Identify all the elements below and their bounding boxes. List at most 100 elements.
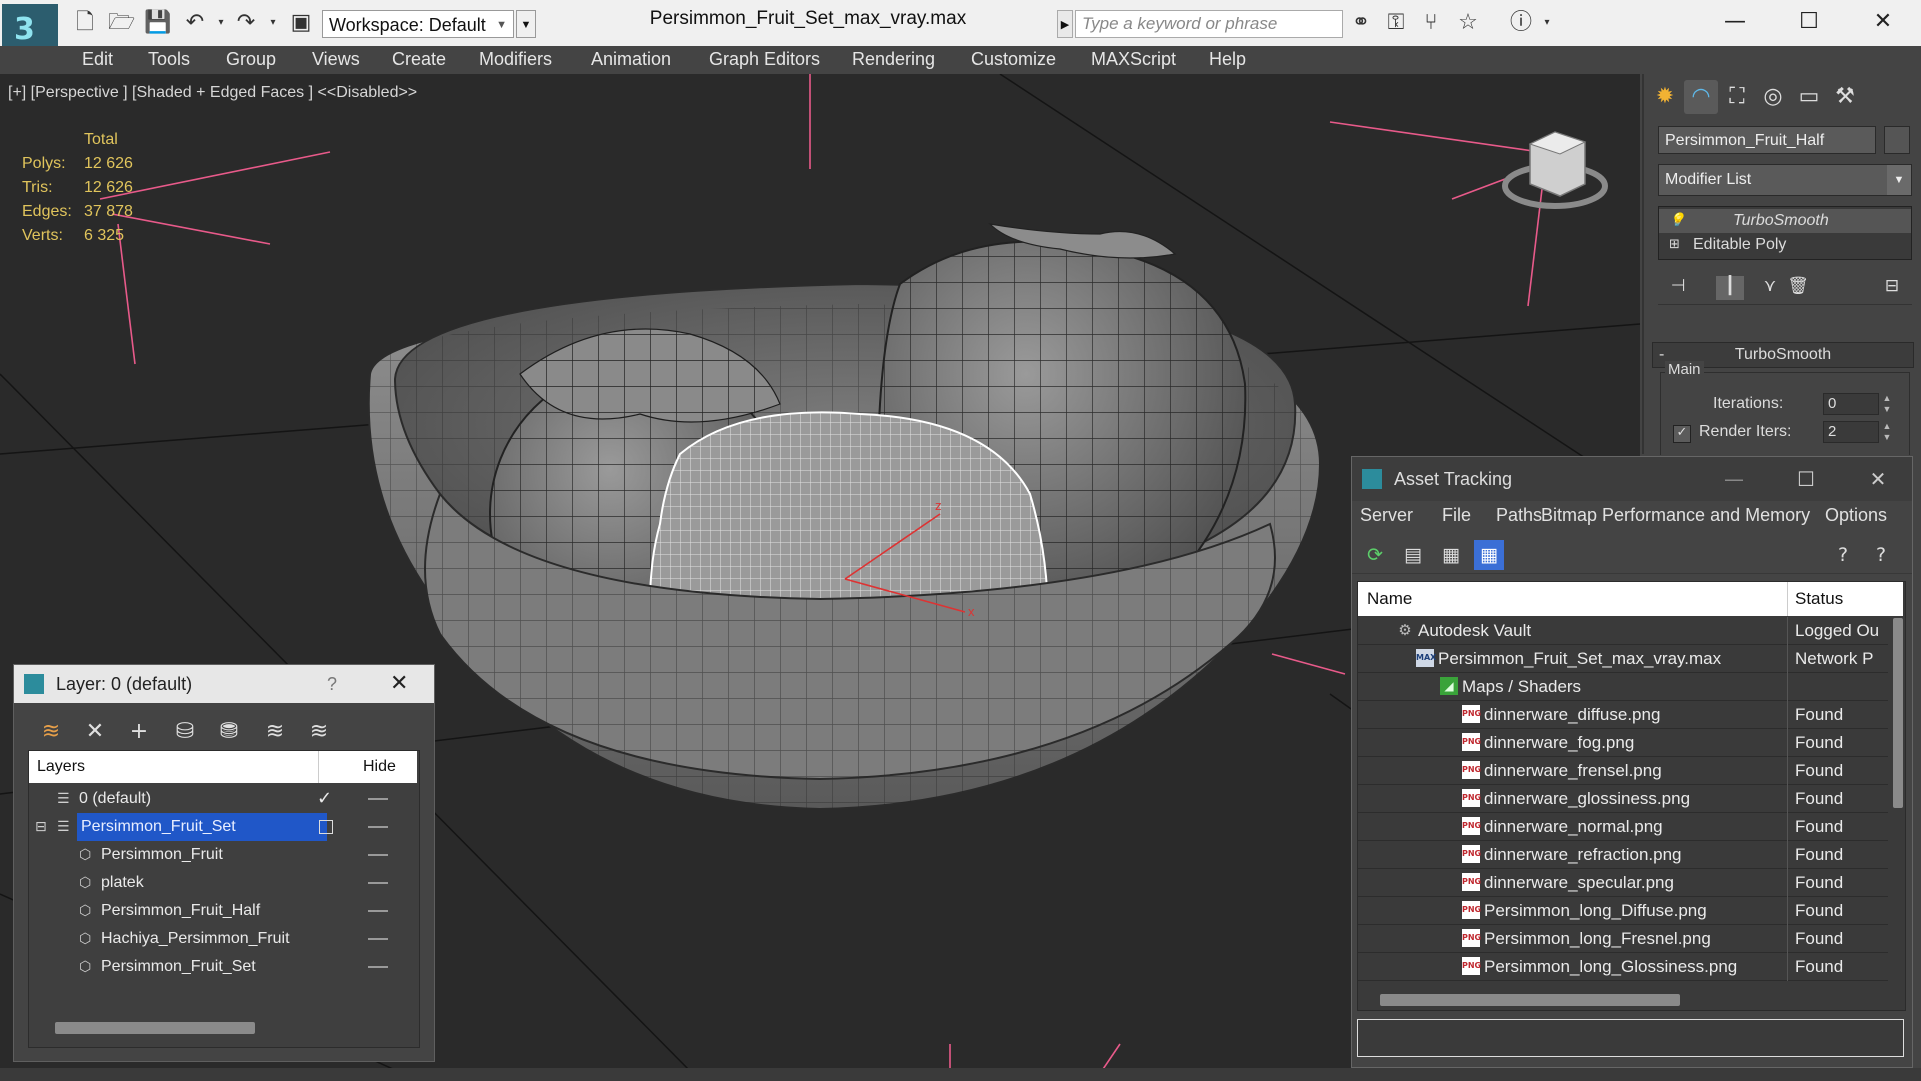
- layer-row[interactable]: ⬡ Hachiya_Persimmon_Fruit: [29, 925, 417, 953]
- asset-row[interactable]: PNG dinnerware_glossiness.png Found: [1358, 785, 1888, 813]
- menu-modifiers[interactable]: Modifiers: [479, 49, 552, 70]
- context-help-icon[interactable]: ?: [1866, 540, 1896, 570]
- iterations-spinner[interactable]: 0: [1823, 393, 1879, 415]
- layer-row[interactable]: ⊟ ☰ Persimmon_Fruit_Set: [29, 813, 417, 841]
- hide-toggle[interactable]: [368, 826, 388, 828]
- list-view-icon[interactable]: ▤: [1398, 540, 1428, 570]
- motion-tab-icon[interactable]: ◎: [1756, 80, 1790, 114]
- hierarchy-tab-icon[interactable]: ⛶: [1720, 80, 1754, 114]
- active-layer-check-icon[interactable]: ✓: [317, 785, 332, 813]
- workspace-menu-icon[interactable]: ▼: [516, 10, 536, 38]
- redo-icon[interactable]: ↷: [233, 10, 259, 36]
- object-name-field[interactable]: Persimmon_Fruit_Half: [1658, 126, 1876, 154]
- layer-explorer-titlebar[interactable]: Layer: 0 (default) ? ✕: [14, 665, 434, 703]
- workspace-dropdown[interactable]: Workspace: Default ▼: [322, 10, 514, 38]
- vertical-scrollbar[interactable]: [1893, 618, 1903, 808]
- redo-dropdown-icon[interactable]: ▾: [260, 10, 286, 36]
- asset-tracking-titlebar[interactable]: Asset Tracking — ☐ ✕: [1352, 457, 1912, 501]
- layer-row[interactable]: ⬡ Persimmon_Fruit_Half: [29, 897, 417, 925]
- maximize-icon[interactable]: ☐: [1781, 4, 1837, 40]
- save-icon[interactable]: 💾: [144, 10, 171, 36]
- minimize-icon[interactable]: —: [1707, 4, 1763, 40]
- show-end-result-icon[interactable]: ┃: [1716, 276, 1744, 300]
- fork-icon[interactable]: ⑂: [1418, 10, 1444, 36]
- help-icon[interactable]: ⓘ: [1508, 10, 1534, 36]
- menu-create[interactable]: Create: [392, 49, 446, 70]
- asset-row[interactable]: PNG Persimmon_long_Glossiness.png Found: [1358, 953, 1888, 981]
- layers-column-header[interactable]: Layers: [37, 751, 85, 783]
- asset-row[interactable]: PNG dinnerware_fog.png Found: [1358, 729, 1888, 757]
- search-expand-icon[interactable]: ▶: [1057, 10, 1073, 38]
- hide-toggle[interactable]: [368, 938, 388, 940]
- asset-row[interactable]: ◢ Maps / Shaders: [1358, 673, 1888, 701]
- close-icon[interactable]: ✕: [390, 665, 408, 703]
- new-layer-icon[interactable]: ≋: [36, 717, 66, 747]
- menu-rendering[interactable]: Rendering: [852, 49, 935, 70]
- layer-row[interactable]: ⬡ platek: [29, 869, 417, 897]
- plus-icon[interactable]: ⊞: [1669, 233, 1680, 257]
- configure-sets-icon[interactable]: ⊟: [1878, 276, 1906, 300]
- menu-graph-editors[interactable]: Graph Editors: [709, 49, 820, 70]
- asset-status-field[interactable]: [1357, 1019, 1904, 1057]
- horizontal-scrollbar[interactable]: [1380, 994, 1680, 1006]
- name-column-header[interactable]: Name: [1367, 582, 1412, 616]
- collapse-icon[interactable]: ⊟: [35, 813, 47, 841]
- asset-row[interactable]: ⚙ Autodesk Vault Logged Ou: [1358, 617, 1888, 645]
- hide-toggle[interactable]: [368, 910, 388, 912]
- search-input[interactable]: [1075, 10, 1343, 38]
- key-icon[interactable]: ⚿: [1383, 10, 1409, 36]
- menu-views[interactable]: Views: [312, 49, 360, 70]
- project-icon[interactable]: ▣: [288, 10, 314, 36]
- select-layer-icon[interactable]: ⛃: [214, 717, 244, 747]
- menu-server[interactable]: Server: [1360, 505, 1413, 526]
- close-icon[interactable]: ✕: [1855, 4, 1911, 40]
- asset-row[interactable]: PNG dinnerware_diffuse.png Found: [1358, 701, 1888, 729]
- maximize-icon[interactable]: ☐: [1786, 457, 1826, 501]
- thumbnail-view-icon[interactable]: ▦: [1436, 540, 1466, 570]
- set-active-layer-icon[interactable]: [319, 820, 333, 834]
- help-icon[interactable]: ?: [1828, 540, 1858, 570]
- viewport-label[interactable]: [+] [Perspective ] [Shaded + Edged Faces…: [8, 84, 417, 102]
- layer-row[interactable]: ⬡ Persimmon_Fruit_Set: [29, 953, 417, 981]
- menu-tools[interactable]: Tools: [148, 49, 190, 70]
- hide-toggle[interactable]: [368, 882, 388, 884]
- asset-row[interactable]: PNG dinnerware_normal.png Found: [1358, 813, 1888, 841]
- asset-row[interactable]: PNG dinnerware_specular.png Found: [1358, 869, 1888, 897]
- create-tab-icon[interactable]: ✹: [1648, 80, 1682, 114]
- spinner-arrows-icon[interactable]: ▲ ▼: [1881, 421, 1893, 443]
- remove-modifier-icon[interactable]: 🗑: [1784, 276, 1812, 300]
- bulb-icon[interactable]: 💡: [1669, 209, 1685, 233]
- hide-toggle[interactable]: [368, 798, 388, 800]
- modifier-list-dropdown[interactable]: Modifier List ▼: [1658, 164, 1912, 196]
- binoculars-icon[interactable]: ⚭: [1348, 10, 1374, 36]
- help-button[interactable]: ?: [327, 665, 337, 703]
- hide-column-header[interactable]: Hide: [363, 751, 396, 783]
- close-icon[interactable]: ✕: [1858, 457, 1898, 501]
- delete-layer-icon[interactable]: ✕: [80, 717, 110, 747]
- stack-item-editable-poly[interactable]: ⊞ Editable Poly: [1659, 233, 1911, 257]
- render-iters-checkbox[interactable]: ✓: [1673, 425, 1691, 443]
- stack-item-turbosmooth[interactable]: 💡 TurboSmooth: [1659, 209, 1911, 233]
- refresh-icon[interactable]: ⟳: [1360, 540, 1390, 570]
- select-in-layer-icon[interactable]: ⛁: [170, 717, 200, 747]
- spinner-arrows-icon[interactable]: ▲ ▼: [1881, 393, 1893, 415]
- minimize-icon[interactable]: —: [1714, 457, 1754, 501]
- undo-icon[interactable]: ↶: [182, 10, 208, 36]
- layer-row[interactable]: ⬡ Persimmon_Fruit: [29, 841, 417, 869]
- menu-edit[interactable]: Edit: [82, 49, 113, 70]
- help-dropdown-icon[interactable]: ▾: [1534, 10, 1560, 36]
- menu-paths[interactable]: Paths: [1496, 505, 1542, 526]
- set-current-layer-icon[interactable]: ≋: [260, 717, 290, 747]
- menu-help[interactable]: Help: [1209, 49, 1246, 70]
- menu-group[interactable]: Group: [226, 49, 276, 70]
- object-color-swatch[interactable]: [1884, 126, 1910, 154]
- horizontal-scrollbar[interactable]: [55, 1022, 255, 1034]
- table-view-icon[interactable]: ▦: [1474, 540, 1504, 570]
- hide-toggle[interactable]: [368, 854, 388, 856]
- make-unique-icon[interactable]: ⋎: [1756, 276, 1784, 300]
- hide-all-layers-icon[interactable]: ≋: [304, 717, 334, 747]
- asset-row[interactable]: MAX Persimmon_Fruit_Set_max_vray.max Net…: [1358, 645, 1888, 673]
- open-file-icon[interactable]: 🗁: [108, 10, 135, 36]
- asset-row[interactable]: PNG Persimmon_long_Fresnel.png Found: [1358, 925, 1888, 953]
- status-column-header[interactable]: Status: [1795, 582, 1843, 616]
